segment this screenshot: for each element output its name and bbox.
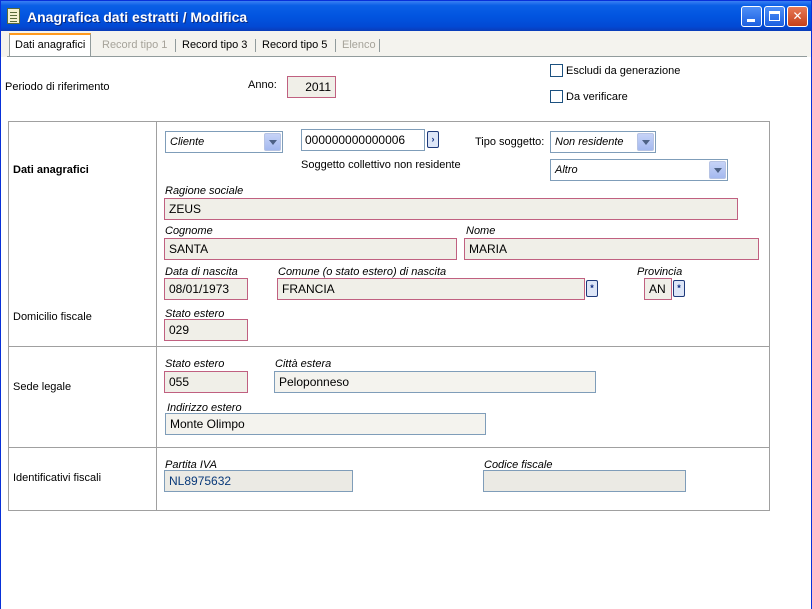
indirizzo-estero-field[interactable]: Monte Olimpo xyxy=(165,413,486,435)
chevron-down-icon[interactable] xyxy=(264,133,281,151)
minimize-button[interactable] xyxy=(741,6,762,27)
section-sede-legale: Sede legale xyxy=(13,381,72,393)
partita-iva-field[interactable]: NL8975632 xyxy=(164,470,353,492)
soggetto-collettivo-label: Soggetto collettivo non residente xyxy=(301,159,461,171)
codice-fiscale-field[interactable] xyxy=(483,470,686,492)
provincia-field[interactable]: AN xyxy=(644,278,672,300)
tab-record-tipo-3[interactable]: Record tipo 3 xyxy=(177,36,252,56)
chevron-down-icon[interactable] xyxy=(637,133,654,151)
ragione-sociale-field[interactable]: ZEUS xyxy=(164,198,738,220)
tipo-conto-value: Cliente xyxy=(170,136,205,148)
maximize-button[interactable] xyxy=(764,6,785,27)
tipo-soggetto-label: Tipo soggetto: xyxy=(475,136,545,148)
verificare-checkbox[interactable] xyxy=(550,90,563,103)
chevron-right-icon: › xyxy=(431,134,435,144)
maximize-icon xyxy=(769,11,780,21)
nome-field[interactable]: MARIA xyxy=(464,238,759,260)
section-identificativi-fiscali: Identificativi fiscali xyxy=(13,472,102,484)
tipo-soggetto-value: Non residente xyxy=(555,136,624,148)
zoom-button[interactable]: › xyxy=(427,131,439,148)
tipo-conto-select[interactable]: Cliente xyxy=(165,131,283,153)
cognome-field[interactable]: SANTA xyxy=(164,238,457,260)
tab-record-tipo-5[interactable]: Record tipo 5 xyxy=(257,36,332,56)
nome-label: Nome xyxy=(466,225,496,237)
tipo-soggetto-select[interactable]: Non residente xyxy=(550,131,656,153)
close-icon: ✕ xyxy=(792,9,803,23)
periodo-label: Periodo di riferimento xyxy=(5,81,110,93)
escludi-checkbox[interactable] xyxy=(550,64,563,77)
comune-lookup-button[interactable]: * xyxy=(586,280,598,297)
panel-divider xyxy=(156,121,157,511)
anno-label: Anno: xyxy=(248,79,277,91)
cognome-label: Cognome xyxy=(165,225,213,237)
provincia-lookup-button[interactable]: * xyxy=(673,280,685,297)
codice-field[interactable]: 000000000000006 xyxy=(301,129,425,151)
data-nascita-label: Data di nascita xyxy=(165,266,238,278)
close-button[interactable]: ✕ xyxy=(787,6,808,27)
asterisk-icon: * xyxy=(677,283,681,293)
section-domicilio-fiscale: Domicilio fiscale xyxy=(13,311,92,323)
altro-select[interactable]: Altro xyxy=(550,159,728,181)
form-icon xyxy=(7,8,20,24)
provincia-label: Provincia xyxy=(637,266,683,278)
ragione-sociale-label: Ragione sociale xyxy=(165,185,244,197)
escludi-label: Escludi da generazione xyxy=(566,65,681,77)
main-window: Anagrafica dati estratti / Modifica ✕ Da… xyxy=(0,0,812,609)
comune-field[interactable]: FRANCIA xyxy=(277,278,585,300)
tab-record-tipo-1[interactable]: Record tipo 1 xyxy=(97,36,172,56)
window-title: Anagrafica dati estratti / Modifica xyxy=(27,9,248,25)
anno-field[interactable]: 2011 xyxy=(287,76,336,98)
tab-page: Periodo di riferimento Anno: 2011 Esclud… xyxy=(1,57,811,609)
tab-dati-anagrafici[interactable]: Dati anagrafici xyxy=(9,33,92,57)
citta-estera-field[interactable]: Peloponneso xyxy=(274,371,596,393)
chevron-down-icon[interactable] xyxy=(709,161,726,179)
verificare-label: Da verificare xyxy=(566,91,628,103)
sede-stato-estero-label: Stato estero xyxy=(165,358,225,370)
domicilio-stato-estero-field[interactable]: 029 xyxy=(164,319,248,341)
tab-elenco[interactable]: Elenco xyxy=(337,36,381,56)
comune-label: Comune (o stato estero) di nascita xyxy=(278,266,447,278)
tab-strip: Dati anagrafici Record tipo 1 Record tip… xyxy=(7,33,807,57)
tab-separator xyxy=(175,39,176,52)
citta-estera-label: Città estera xyxy=(275,358,332,370)
minimize-icon xyxy=(747,19,755,22)
title-bar[interactable]: Anagrafica dati estratti / Modifica ✕ xyxy=(1,1,811,31)
altro-value: Altro xyxy=(555,164,578,176)
data-nascita-field[interactable]: 08/01/1973 xyxy=(164,278,248,300)
tab-separator xyxy=(379,39,380,52)
section-divider xyxy=(8,447,770,448)
sede-stato-estero-field[interactable]: 055 xyxy=(164,371,248,393)
asterisk-icon: * xyxy=(590,283,594,293)
tab-separator xyxy=(335,39,336,52)
tab-separator xyxy=(255,39,256,52)
section-divider xyxy=(8,346,770,347)
section-dati-anagrafici: Dati anagrafici xyxy=(13,164,89,176)
